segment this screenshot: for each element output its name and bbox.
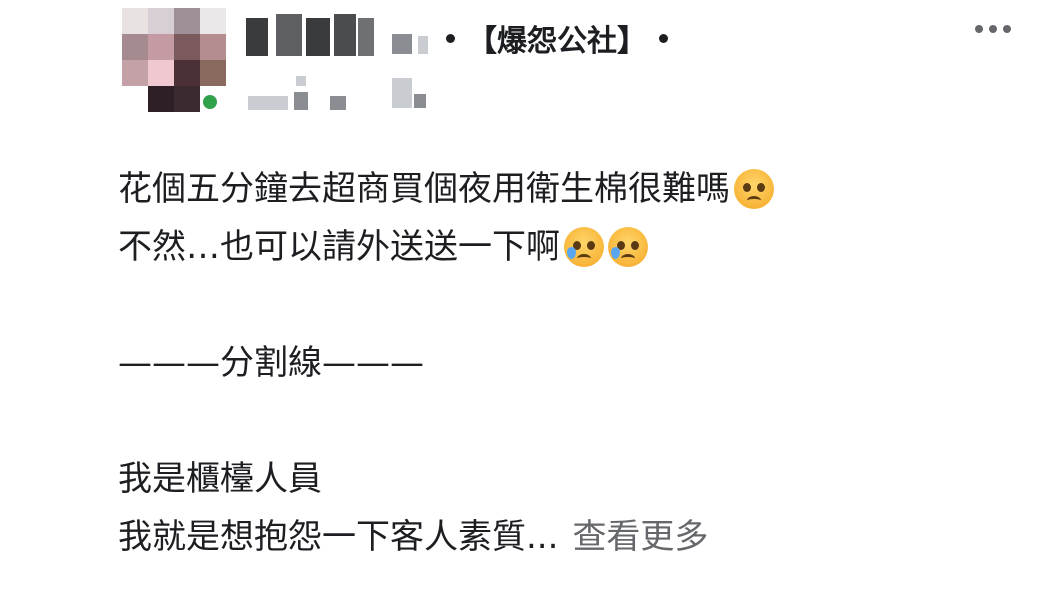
- facebook-post: 【爆怨公社】 花個五分鐘去超商買個夜用衛生棉很難嗎 不然…也可以請外送送一下啊: [0, 0, 1060, 596]
- see-more-link[interactable]: 查看更多: [572, 508, 708, 566]
- post-line-1: 花個五分鐘去超商買個夜用衛生棉很難嗎: [118, 160, 1018, 218]
- pleading-face-emoji-icon: [734, 169, 774, 209]
- sad-but-relieved-face-emoji-icon: [564, 227, 604, 267]
- bullet-icon: [659, 33, 668, 43]
- post-line-4: 我是櫃檯人員: [118, 459, 322, 499]
- bullet-icon: [446, 33, 455, 43]
- post-body: 花個五分鐘去超商買個夜用衛生棉很難嗎 不然…也可以請外送送一下啊 ———分割線—…: [118, 160, 1018, 566]
- post-line-5: 我就是想抱怨一下客人素質... 查看更多: [118, 508, 1018, 566]
- online-status-icon: [200, 92, 220, 112]
- divider-text: ———分割線———: [118, 343, 424, 383]
- more-options-icon[interactable]: [968, 14, 1018, 44]
- group-line[interactable]: 【爆怨公社】: [434, 10, 680, 66]
- sad-but-relieved-face-emoji-icon: [608, 227, 648, 267]
- post-line-2: 不然…也可以請外送送一下啊: [118, 218, 1018, 276]
- group-name[interactable]: 【爆怨公社】: [467, 16, 647, 60]
